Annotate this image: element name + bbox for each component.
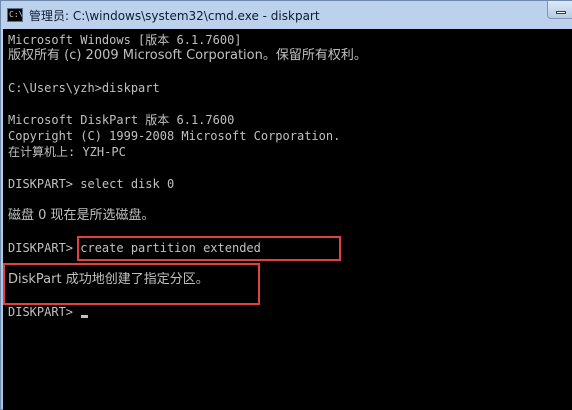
console-line: Microsoft Windows [版本 6.1.7600] bbox=[8, 33, 242, 47]
console-line: 版权所有 (c) 2009 Microsoft Corporation。保留所有… bbox=[8, 48, 367, 63]
console-line: 磁盘 0 现在是所选磁盘。 bbox=[8, 208, 155, 223]
cmd-window: C:\ 管理员: C:\windows\system32\cmd.exe - d… bbox=[0, 0, 572, 410]
console-area[interactable]: Microsoft Windows [版本 6.1.7600] 版权所有 (c)… bbox=[3, 29, 572, 410]
prompt-text: DISKPART> bbox=[8, 305, 81, 319]
window-title: 管理员: C:\windows\system32\cmd.exe - diskp… bbox=[29, 8, 320, 23]
cmd-icon: C:\ bbox=[7, 8, 23, 22]
console-line: Copyright (C) 1999-2008 Microsoft Corpor… bbox=[8, 129, 341, 143]
console-line: C:\Users\yzh>diskpart bbox=[8, 81, 160, 95]
minimize-icon bbox=[556, 11, 566, 14]
console-line: DISKPART> select disk 0 bbox=[8, 177, 175, 191]
console-line: DiskPart 成功地创建了指定分区。 bbox=[8, 272, 209, 287]
title-bar[interactable]: C:\ 管理员: C:\windows\system32\cmd.exe - d… bbox=[1, 1, 572, 29]
console-line: Microsoft DiskPart 版本 6.1.7600 bbox=[8, 113, 235, 127]
text-cursor bbox=[81, 315, 89, 318]
minimize-button[interactable] bbox=[547, 1, 572, 19]
prompt-line[interactable]: DISKPART> bbox=[8, 304, 572, 320]
console-line: 在计算机上: YZH-PC bbox=[8, 145, 126, 159]
console-line: DISKPART> create partition extended bbox=[8, 241, 261, 255]
